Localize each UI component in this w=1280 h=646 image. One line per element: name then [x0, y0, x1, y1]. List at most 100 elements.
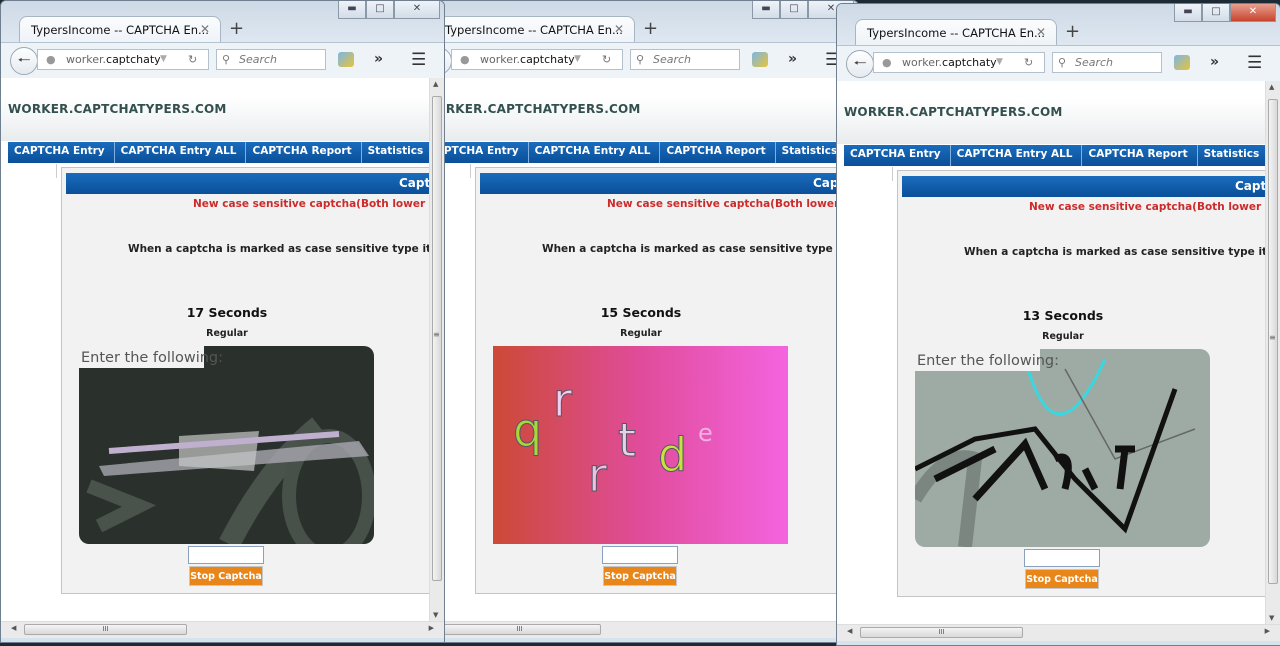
- nav-item[interactable]: Statistics: [776, 142, 844, 163]
- captcha-glyph: d: [658, 428, 687, 482]
- horizontal-scrollbar[interactable]: ◀ III ▶: [1, 621, 444, 638]
- scroll-up-icon[interactable]: ▲: [433, 80, 438, 88]
- browser-tab[interactable]: TypersIncome -- CAPTCHA En... ✕: [433, 16, 635, 43]
- browser-window: ▬□✕ TypersIncome -- CAPTCHA En...✕ + 🠐 ●…: [414, 0, 859, 643]
- reload-icon[interactable]: ↻: [602, 50, 611, 69]
- hamburger-menu-icon[interactable]: ☰: [1247, 53, 1262, 73]
- captcha-glyph: r: [553, 373, 572, 427]
- nav-item[interactable]: Statistics: [1198, 145, 1266, 166]
- nav-toolbar: 🠐 ●worker.captchaty▼↻ ⚲Search » ☰: [415, 42, 858, 79]
- back-button[interactable]: 🠐: [846, 50, 874, 78]
- browser-tab[interactable]: TypersIncome -- CAPTCHA En... ✕: [19, 16, 221, 43]
- new-tab-button[interactable]: +: [229, 18, 244, 39]
- browser-window: ▬□✕ TypersIncome -- CAPTCHA En...✕ + 🠐 ●…: [0, 0, 445, 643]
- horizontal-scrollbar[interactable]: ◀ III ▶: [837, 624, 1280, 641]
- url-bar[interactable]: ● worker.captchaty ▼ ↻: [37, 49, 209, 70]
- horizontal-scrollbar[interactable]: ◀ III ▶: [415, 621, 858, 638]
- site-title[interactable]: WORKER.CAPTCHATYPERS.COM: [844, 105, 1063, 119]
- nav-item[interactable]: CAPTCHA Entry: [844, 145, 951, 166]
- tab-title: TypersIncome -- CAPTCHA En...: [31, 23, 209, 37]
- scroll-down-icon[interactable]: ▼: [1269, 614, 1274, 622]
- browser-tab[interactable]: TypersIncome -- CAPTCHA En... ✕: [855, 19, 1057, 46]
- site-title[interactable]: WORKER.CAPTCHATYPERS.COM: [8, 102, 227, 116]
- site-header: WORKER.CAPTCHATYPERS.COM: [1, 78, 430, 141]
- captcha-image: Enter the following:: [915, 349, 1210, 547]
- scroll-up-icon[interactable]: ▲: [1269, 83, 1274, 91]
- hamburger-menu-icon[interactable]: ☰: [411, 50, 426, 70]
- close-tab-icon[interactable]: ✕: [1036, 25, 1046, 39]
- captcha-mode: Regular: [206, 328, 248, 339]
- overflow-chevron-icon[interactable]: »: [1210, 54, 1219, 70]
- search-placeholder: Search: [1075, 56, 1114, 69]
- close-tab-icon[interactable]: ✕: [614, 22, 624, 36]
- nav-item[interactable]: CAPTCHA Entry ALL: [115, 142, 247, 163]
- dropdown-icon[interactable]: ▼: [996, 53, 1003, 72]
- scroll-thumb[interactable]: III: [438, 624, 601, 635]
- nav-item[interactable]: Statistics: [362, 142, 430, 163]
- nav-item[interactable]: CAPTCHA Report: [1082, 145, 1198, 166]
- scroll-down-icon[interactable]: ▼: [433, 611, 438, 619]
- nav-item[interactable]: CAPTCHA Report: [660, 142, 776, 163]
- extension-icon[interactable]: [338, 52, 354, 67]
- new-tab-button[interactable]: +: [643, 18, 658, 39]
- reload-icon[interactable]: ↻: [1024, 53, 1033, 72]
- extension-icon[interactable]: [1174, 55, 1190, 70]
- nav-item[interactable]: CAPTCHA Entry: [8, 142, 115, 163]
- nav-item[interactable]: CAPTCHA Entry ALL: [951, 145, 1083, 166]
- vertical-scrollbar[interactable]: ▲ ≡ ▼: [429, 78, 444, 621]
- minimize-button[interactable]: ▬: [1174, 4, 1202, 22]
- nav-item[interactable]: CAPTCHA Report: [246, 142, 362, 163]
- captcha-answer-input[interactable]: [602, 546, 678, 564]
- captcha-label: Enter the following:: [81, 350, 223, 366]
- search-input[interactable]: ⚲ Search: [1052, 52, 1162, 73]
- instruction-text: When a captcha is marked as case sensiti…: [128, 243, 431, 255]
- scroll-left-icon[interactable]: ◀: [11, 624, 16, 632]
- stop-captcha-button[interactable]: Stop Captcha: [603, 566, 677, 586]
- grip-icon: ≡: [1269, 333, 1276, 342]
- stop-captcha-button[interactable]: Stop Captcha: [1025, 569, 1099, 589]
- minimize-button[interactable]: ▬: [338, 1, 366, 19]
- scroll-left-icon[interactable]: ◀: [847, 627, 852, 635]
- search-placeholder: Search: [653, 53, 692, 66]
- site-title[interactable]: WORKER.CAPTCHATYPERS.COM: [422, 102, 641, 116]
- dropdown-icon[interactable]: ▼: [574, 50, 581, 69]
- url-prefix: worker.: [902, 56, 943, 69]
- scroll-thumb[interactable]: III: [24, 624, 187, 635]
- url-domain: captchaty: [942, 56, 997, 69]
- scroll-right-icon[interactable]: ▶: [1265, 627, 1270, 635]
- countdown-timer: 15 Seconds: [600, 305, 682, 320]
- extension-icon[interactable]: [752, 52, 768, 67]
- close-window-button[interactable]: ✕: [1230, 4, 1276, 22]
- maximize-button[interactable]: □: [1202, 4, 1230, 22]
- search-input[interactable]: ⚲ Search: [630, 49, 740, 70]
- vertical-scrollbar[interactable]: ▲ ≡ ▼: [1265, 81, 1280, 624]
- maximize-button[interactable]: □: [366, 1, 394, 19]
- captcha-answer-input[interactable]: [188, 546, 264, 564]
- minimize-button[interactable]: ▬: [752, 1, 780, 19]
- close-window-button[interactable]: ✕: [394, 1, 440, 19]
- maximize-button[interactable]: □: [780, 1, 808, 19]
- main-nav: CAPTCHA Entry CAPTCHA Entry ALL CAPTCHA Re…: [844, 145, 1266, 166]
- overflow-chevron-icon[interactable]: »: [788, 51, 797, 67]
- captcha-answer-input[interactable]: [1024, 549, 1100, 567]
- countdown-timer: 13 Seconds: [1022, 308, 1104, 323]
- overflow-chevron-icon[interactable]: »: [374, 51, 383, 67]
- nav-item[interactable]: CAPTCHA Entry ALL: [529, 142, 661, 163]
- search-input[interactable]: ⚲ Search: [216, 49, 326, 70]
- dropdown-icon[interactable]: ▼: [160, 50, 167, 69]
- reload-icon[interactable]: ↻: [188, 50, 197, 69]
- page-content: WORKER.CAPTCHATYPERS.COM CAPTCHA Entry CA…: [837, 81, 1280, 624]
- new-tab-button[interactable]: +: [1065, 21, 1080, 42]
- close-tab-icon[interactable]: ✕: [200, 22, 210, 36]
- url-bar[interactable]: ● worker.captchaty ▼ ↻: [873, 52, 1045, 73]
- page-content: WORKER.CAPTCHATYPERS.COM CAPTCHA Entry CA…: [415, 78, 858, 621]
- scroll-right-icon[interactable]: ▶: [429, 624, 434, 632]
- captcha-glyph: t: [618, 413, 636, 467]
- back-button[interactable]: 🠐: [10, 47, 38, 75]
- scroll-thumb[interactable]: III: [860, 627, 1023, 638]
- captcha-image: Enter the following:: [79, 346, 374, 544]
- url-bar[interactable]: ● worker.captchaty ▼ ↻: [451, 49, 623, 70]
- stop-captcha-button[interactable]: Stop Captcha: [189, 566, 263, 586]
- main-nav: CAPTCHA Entry CAPTCHA Entry ALL CAPTCHA Re…: [8, 142, 430, 163]
- window-controls: ▬ □ ✕: [1174, 4, 1276, 22]
